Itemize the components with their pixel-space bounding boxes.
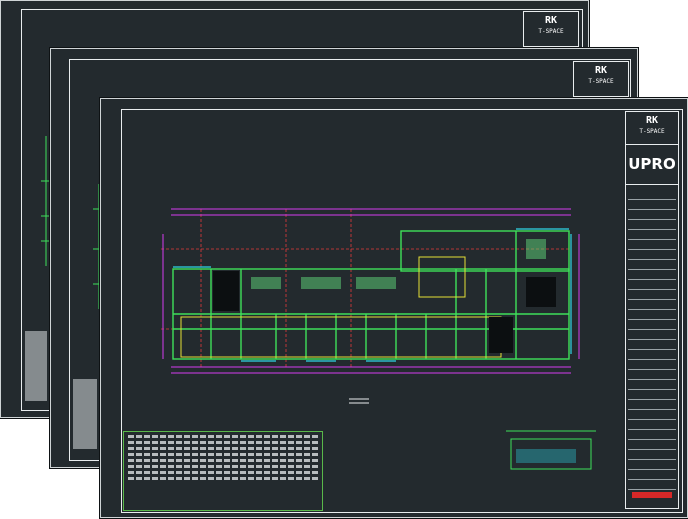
furniture [251,239,546,289]
notes-legend-block [123,431,323,511]
north-arrow-icon [349,398,369,404]
drawing-sheet-front: RK T-SPACE UPRO [100,98,688,518]
section-detail-fill [516,449,576,463]
